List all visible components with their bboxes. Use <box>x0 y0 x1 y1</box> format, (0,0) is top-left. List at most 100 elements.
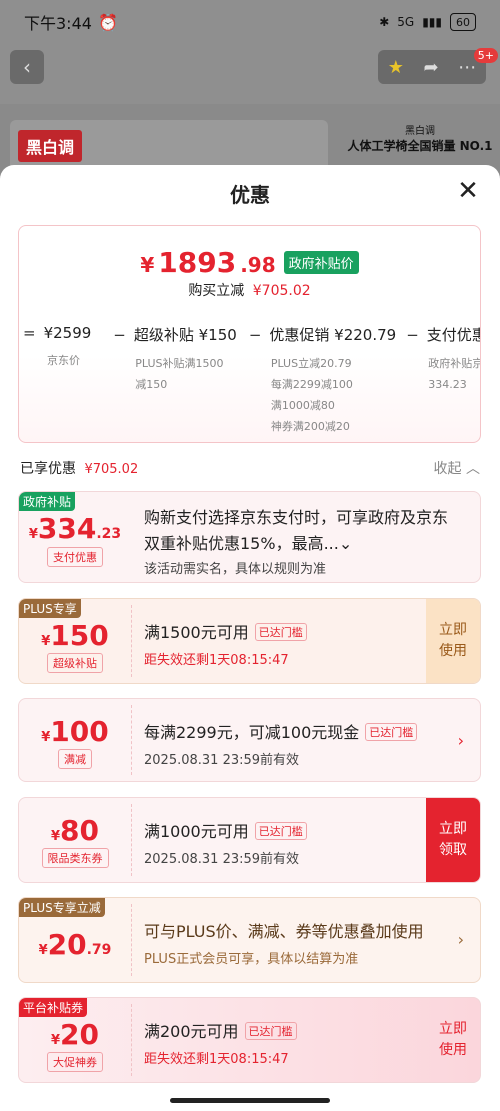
action-line1: 立即 <box>439 821 467 837</box>
coupon-line1: 满1500元可用 已达门槛 <box>144 619 424 643</box>
breakdown-item: = ¥2599 京东价 <box>23 324 91 437</box>
breakdown-value: 超级补贴 ¥150 <box>133 326 237 344</box>
coupon-card[interactable]: PLUS专享立减 ¥20.79 可与PLUS价、满减、券等优惠叠加使用 PLUS… <box>18 897 481 983</box>
action-line1: 立即 <box>439 622 467 638</box>
coupon-line1: 购新支付选择京东支付时，可享政府及京东 <box>144 508 449 527</box>
coupon-card[interactable]: 政府补贴 ¥334.23 支付优惠 购新支付选择京东支付时，可享政府及京东 双重… <box>18 491 481 583</box>
reduce-line: 购买立减 ¥705.02 <box>19 280 480 300</box>
breakdown-sub: PLUS补贴满1500 <box>135 357 224 370</box>
status-time: 下午3:44 <box>24 14 92 33</box>
coupon-line1: 满1000元可用 已达门槛 <box>144 818 424 842</box>
coupon-tag: 政府补贴 <box>19 492 76 511</box>
breakdown-value: 优惠促销 ¥220.79 <box>269 326 397 344</box>
breakdown-operator: − <box>113 325 126 344</box>
reached-badge: 已达门槛 <box>254 822 307 840</box>
reduce-label: 购买立减 <box>188 283 245 299</box>
action-line2: 使用 <box>439 1042 467 1058</box>
breakdown-item: − 支付优惠 ¥ 政府补贴京东 334.23 <box>406 324 480 437</box>
coupon-card[interactable]: ¥80 限品类东券 满1000元可用 已达门槛 2025.08.31 23:59前… <box>18 797 481 883</box>
coupon-amount-int: 20 <box>60 1018 99 1051</box>
coupon-card[interactable]: PLUS专享 ¥150 超级补贴 满1500元可用 已达门槛 距失效还剩1天08:… <box>18 598 481 684</box>
price-decimal: .98 <box>240 253 276 277</box>
alarm-icon: ⏰ <box>97 12 118 32</box>
coupon-tag: PLUS专享 <box>19 599 81 618</box>
side-banner: 黑白调 人体工学椅全国销量 NO.1 <box>340 122 500 167</box>
coupon-divider <box>131 705 132 775</box>
use-button[interactable]: 立即 使用 <box>426 599 480 683</box>
coupon-left: PLUS专享 ¥150 超级补贴 <box>19 599 131 683</box>
coupon-currency: ¥ <box>50 829 61 844</box>
coupon-amount: ¥20.79 <box>19 928 131 961</box>
home-indicator <box>170 1098 330 1103</box>
enjoyed-amount: ¥705.02 <box>84 462 139 477</box>
coupon-amount-dec: .79 <box>86 942 112 958</box>
coupon-label: 大促神券 <box>47 1052 103 1072</box>
breakdown-sub: 减150 <box>135 378 168 391</box>
nav-actions: ★ ➦ ⋯ <box>378 50 486 84</box>
more-icon[interactable]: ⋯ <box>458 57 476 78</box>
breakdown-sub: 满1000减80 <box>270 399 335 412</box>
price-breakdown: = ¥2599 京东价 − 超级补贴 ¥150 PLUS补贴满1500 减150 <box>23 324 480 437</box>
coupon-amount-int: 334 <box>37 512 97 545</box>
star-icon[interactable]: ★ <box>388 57 404 78</box>
use-button[interactable]: 立即 使用 <box>426 998 480 1082</box>
breakdown-operator: = <box>23 324 36 342</box>
coupon-line2: 2025.08.31 23:59前有效 <box>144 852 300 867</box>
chevron-right-icon[interactable]: › <box>458 930 464 949</box>
reduce-amount: ¥705.02 <box>252 283 311 299</box>
back-button[interactable]: ‹ <box>10 50 44 84</box>
coupon-line2: PLUS正式会员可享，具体以结算为准 <box>144 952 359 967</box>
coupon-line1: 满200元可用 已达门槛 <box>144 1018 424 1042</box>
status-bar: 下午3:44 ⏰ ✱ 5G ▮▮▮ 60 <box>0 0 500 44</box>
coupon-divider <box>131 605 132 677</box>
reached-badge: 已达门槛 <box>365 723 418 741</box>
reached-badge: 已达门槛 <box>254 623 307 641</box>
discount-sheet: 优惠 ✕ ¥ 1893 .98 政府补贴价 购买立减 ¥705.02 = ¥25… <box>0 165 500 1111</box>
collapse-button[interactable]: 收起 ︿ <box>434 458 480 478</box>
coupon-card[interactable]: ¥100 满减 每满2299元，可减100元现金 已达门槛 2025.08.31 … <box>18 698 481 782</box>
coupon-line1: 可与PLUS价、满减、券等优惠叠加使用 <box>144 922 424 941</box>
coupon-amount-int: 150 <box>50 619 109 652</box>
action-line1: 立即 <box>439 1021 467 1037</box>
network-label: 5G <box>397 15 415 29</box>
share-icon[interactable]: ➦ <box>424 57 439 78</box>
reached-badge: 已达门槛 <box>244 1022 297 1040</box>
signal-icon: ▮▮▮ <box>422 15 442 29</box>
coupon-main: 购新支付选择京东支付时，可享政府及京东 双重补贴优惠15%，最高...⌄ 该活动… <box>144 504 470 582</box>
side-title: 人体工学椅全国销量 NO.1 <box>347 139 493 153</box>
enjoyed-discount: 已享优惠 ¥705.02 <box>20 458 138 478</box>
final-price: ¥ 1893 .98 政府补贴价 <box>19 246 480 279</box>
top-nav: ‹ ★ ➦ ⋯ 5+ <box>0 44 500 104</box>
side-brand: 黑白调 <box>405 126 435 137</box>
breakdown-operator: − <box>248 325 262 344</box>
coupon-divider <box>131 904 132 976</box>
chevron-right-icon[interactable]: › <box>458 731 464 750</box>
coupon-card[interactable]: 平台补贴券 ¥20 大促神券 满200元可用 已达门槛 距失效还剩1天08:15:… <box>18 997 481 1083</box>
price-summary: ¥ 1893 .98 政府补贴价 购买立减 ¥705.02 = ¥2599 京东… <box>18 225 481 443</box>
coupon-amount-dec: .23 <box>96 526 122 542</box>
battery-indicator: 60 <box>450 13 476 31</box>
bluetooth-icon: ✱ <box>379 15 390 29</box>
coupon-line1: 每满2299元，可减100元现金 已达门槛 <box>144 719 424 743</box>
claim-button[interactable]: 立即 领取 <box>426 798 480 882</box>
brand-tag: 黑白调 <box>18 130 83 162</box>
coupon-amount: ¥334.23 <box>19 512 131 545</box>
coupon-line2: 距失效还剩1天08:15:47 <box>144 1052 289 1067</box>
coupon-left: ¥100 满减 <box>19 699 131 781</box>
coupon-line1-text: 满200元可用 <box>144 1022 239 1041</box>
breakdown-item: − 超级补贴 ¥150 PLUS补贴满1500 减150 <box>113 324 237 437</box>
coupon-divider <box>131 1004 132 1076</box>
coupon-main: 每满2299元，可减100元现金 已达门槛 2025.08.31 23:59前有效 <box>144 719 424 781</box>
coupon-line1b[interactable]: 双重补贴优惠15%，最高...⌄ <box>144 530 470 554</box>
coupon-amount-int: 20 <box>47 928 87 961</box>
coupon-line2: 该活动需实名，具体以规则为准 <box>144 562 327 577</box>
coupon-label: 支付优惠 <box>47 547 103 567</box>
gov-subsidy-tag: 政府补贴价 <box>283 251 359 274</box>
coupon-tag: 平台补贴券 <box>19 998 88 1017</box>
close-icon[interactable]: ✕ <box>456 178 480 204</box>
coupon-left: 平台补贴券 ¥20 大促神券 <box>19 998 131 1082</box>
coupon-main: 满1500元可用 已达门槛 距失效还剩1天08:15:47 <box>144 619 424 683</box>
breakdown-sub: 每满2299减100 <box>270 378 353 391</box>
coupon-line1-text: 每满2299元，可减100元现金 <box>144 723 360 742</box>
coupon-currency: ¥ <box>28 527 38 542</box>
